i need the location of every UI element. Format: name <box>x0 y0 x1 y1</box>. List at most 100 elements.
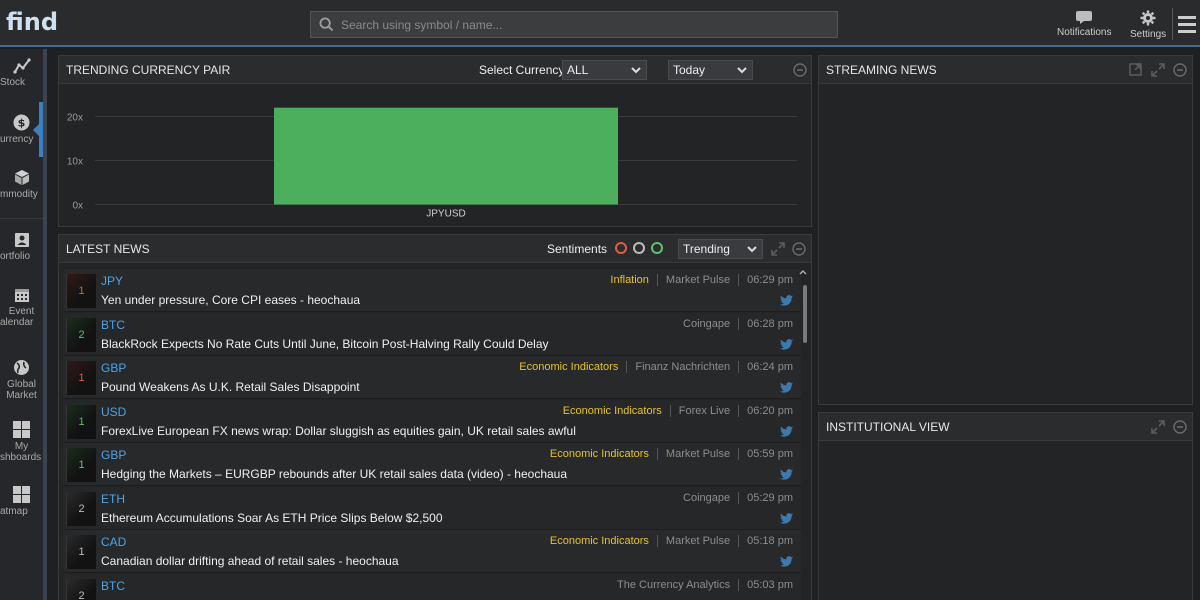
news-time: 05:03 pm <box>747 578 793 591</box>
news-headline[interactable]: BlackRock Expects No Rate Cuts Until Jun… <box>101 337 549 351</box>
search-icon[interactable] <box>311 12 341 37</box>
news-meta: Economic Indicators Market Pulse 05:18 pm <box>550 535 793 547</box>
minimize-icon[interactable] <box>1173 420 1187 434</box>
news-headline[interactable]: Yen under pressure, Core CPI eases - heo… <box>101 293 360 307</box>
news-sort-value: Trending <box>683 242 730 256</box>
news-symbol-link[interactable]: CAD <box>101 535 126 549</box>
sidebar-item-event-calendar[interactable]: Event alendar <box>0 287 43 328</box>
sentiment-rank-badge: 1 <box>66 404 96 439</box>
expand-icon[interactable] <box>1151 63 1165 77</box>
news-headline[interactable]: Canadian dollar drifting ahead of retail… <box>101 554 399 568</box>
twitter-icon[interactable] <box>780 425 793 437</box>
meta-separator <box>738 491 740 504</box>
news-headline[interactable]: Pound Weakens As U.K. Retail Sales Disap… <box>101 380 360 394</box>
news-row[interactable]: 2 BTC BlackRock Expects No Rate Cuts Until… <box>63 312 801 356</box>
news-source: Finanz Nachrichten <box>635 361 731 373</box>
chevron-down-icon <box>747 246 757 253</box>
news-meta: Inflation Market Pulse 06:29 pm <box>610 274 793 286</box>
app-logo[interactable]: find <box>6 8 58 36</box>
news-category-tag: Inflation <box>610 274 649 286</box>
news-time: 05:59 pm <box>747 448 793 460</box>
chart-bar[interactable] <box>274 107 618 205</box>
sidebar-item-label: urrency <box>0 134 34 145</box>
sentiment-neutral-toggle[interactable] <box>633 242 645 254</box>
news-headline[interactable]: Ethereum Accumulations Soar As ETH Price… <box>101 511 443 525</box>
news-symbol-link[interactable]: ETH <box>101 492 125 506</box>
news-symbol-link[interactable]: BTC <box>101 579 125 593</box>
sidebar-item-label: Market <box>6 390 37 401</box>
news-row[interactable]: 1 USD ForexLive European FX news wrap: Dol… <box>63 399 801 443</box>
news-sort-select[interactable]: Trending <box>678 239 763 259</box>
popout-icon[interactable] <box>1129 63 1142 76</box>
sentiment-positive-toggle[interactable] <box>651 242 663 254</box>
news-symbol-link[interactable]: BTC <box>101 318 125 332</box>
sidebar-item-my-dashboards[interactable]: My shboards <box>0 421 43 463</box>
news-headline[interactable]: ForexLive European FX news wrap: Dollar … <box>101 424 576 438</box>
panel-title: INSTITUTIONAL VIEW <box>826 419 950 434</box>
news-time: 05:29 pm <box>747 491 793 504</box>
news-category-tag: Economic Indicators <box>549 448 649 460</box>
sidebar-item-currency[interactable]: $ urrency <box>0 114 43 145</box>
trending-currency-panel: TRENDING CURRENCY PAIR Select Currency :… <box>58 55 812 227</box>
sidebar-item-stock[interactable]: Stock <box>0 58 43 88</box>
sentiment-rank-badge: 1 <box>66 535 96 569</box>
sidebar-item-portfolio[interactable]: ortfolio <box>0 232 43 262</box>
news-category-tag: Economic Indicators <box>519 361 619 373</box>
news-row[interactable]: 2 ETH Ethereum Accumulations Soar As ETH P… <box>63 486 801 530</box>
twitter-icon[interactable] <box>780 382 793 393</box>
twitter-icon[interactable] <box>780 338 793 350</box>
expand-icon[interactable] <box>771 242 785 256</box>
news-meta: Economic Indicators Forex Live 06:20 pm <box>563 404 793 417</box>
news-symbol-link[interactable]: USD <box>101 405 126 419</box>
news-category-tag: Economic Indicators <box>549 535 649 547</box>
scroll-up-icon[interactable] <box>799 269 807 275</box>
search-box[interactable] <box>310 11 838 38</box>
menu-icon[interactable] <box>1172 8 1200 40</box>
sidebar-item-heatmap[interactable]: atmap <box>0 486 43 517</box>
calendar-icon <box>14 289 29 302</box>
search-input[interactable] <box>341 17 837 32</box>
news-time: 06:28 pm <box>747 317 793 330</box>
expand-icon[interactable] <box>1151 420 1165 434</box>
news-source: Coingape <box>683 491 731 504</box>
minimize-icon[interactable] <box>792 242 806 256</box>
news-scrollbar-thumb[interactable] <box>803 285 807 343</box>
twitter-icon[interactable] <box>780 295 793 306</box>
news-headline[interactable]: Hedging the Markets – EURGBP rebounds af… <box>101 467 567 481</box>
sidebar-item-global-market[interactable]: Global Market <box>0 359 43 401</box>
chart-line-icon <box>12 58 31 74</box>
sidebar-item-label: mmodity <box>0 189 38 200</box>
news-row[interactable]: 1 GBP Pound Weakens As U.K. Retail Sales D… <box>63 356 801 399</box>
twitter-icon[interactable] <box>780 556 793 567</box>
period-select[interactable]: Today <box>668 60 753 80</box>
dashboard-icon <box>13 421 30 438</box>
news-time: 06:24 pm <box>747 361 793 373</box>
settings-button[interactable]: Settings <box>1130 10 1166 40</box>
sentiment-negative-toggle[interactable] <box>615 242 627 254</box>
meta-separator <box>626 361 628 373</box>
news-time: 05:18 pm <box>747 535 793 547</box>
currency-select[interactable]: ALL <box>562 60 647 80</box>
news-row[interactable]: 1 GBP Hedging the Markets – EURGBP rebound… <box>63 443 801 486</box>
twitter-icon[interactable] <box>780 512 793 524</box>
meta-separator <box>738 535 740 547</box>
news-symbol-link[interactable]: JPY <box>101 274 123 288</box>
cube-icon <box>14 170 29 185</box>
news-symbol-link[interactable]: GBP <box>101 361 126 375</box>
twitter-icon[interactable] <box>780 469 793 480</box>
minimize-icon[interactable] <box>793 63 807 77</box>
sidebar-item-label: Global <box>7 379 36 390</box>
minimize-icon[interactable] <box>1173 63 1187 77</box>
sidebar-item-label: My <box>14 441 29 452</box>
sidebar-item-commodity[interactable]: mmodity <box>0 169 43 200</box>
dollar-icon: $ <box>13 114 30 131</box>
notifications-button[interactable]: Notifications <box>1057 10 1111 38</box>
news-row[interactable]: 2BTCCryptocurrency Tycoon Nets $13 Milli… <box>63 573 801 600</box>
meta-separator <box>738 274 740 286</box>
panel-title: TRENDING CURRENCY PAIR <box>66 62 231 77</box>
news-source: Market Pulse <box>665 274 731 286</box>
news-symbol-link[interactable]: GBP <box>101 448 126 462</box>
y-tick-label: 0x <box>72 201 83 212</box>
news-row[interactable]: 1 JPY Yen under pressure, Core CPI eases -… <box>63 269 801 312</box>
news-row[interactable]: 1 CAD Canadian dollar drifting ahead of re… <box>63 530 801 573</box>
